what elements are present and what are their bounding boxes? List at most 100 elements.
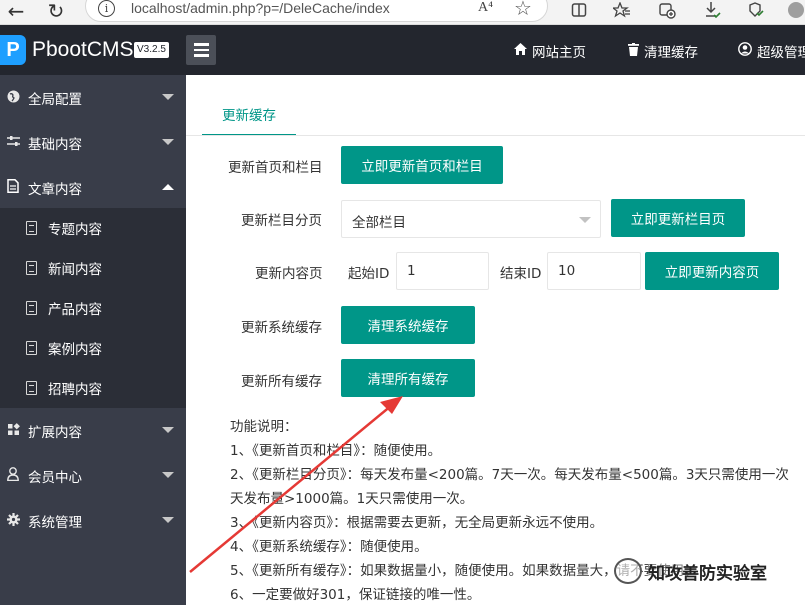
system-cache-label: 更新系统缓存: [241, 320, 322, 336]
refresh-icon[interactable]: ↻: [44, 0, 68, 22]
update-content-pages-button[interactable]: 立即更新内容页: [645, 252, 779, 290]
chevron-down-icon: [162, 472, 174, 478]
person-icon: [6, 467, 20, 484]
document-icon: [26, 381, 37, 395]
menu-toggle-button[interactable]: [186, 35, 216, 65]
info-icon[interactable]: i: [98, 0, 115, 17]
clear-cache-link[interactable]: 清理缓存: [628, 41, 698, 61]
download-icon[interactable]: [702, 0, 722, 20]
start-id-label: 起始ID: [348, 266, 390, 282]
update-home-column-button[interactable]: 立即更新首页和栏目: [341, 146, 503, 184]
sidebar-subitem-cases[interactable]: 案例内容: [0, 328, 186, 368]
sidebar-subitem-label: 产品内容: [48, 302, 102, 318]
user-icon: [738, 42, 752, 60]
sidebar-subitem-label: 新闻内容: [48, 262, 102, 278]
logo-icon: P: [0, 35, 26, 65]
profile-avatar[interactable]: [787, 0, 805, 20]
watermark: 知攻善防实验室: [614, 557, 805, 585]
document-icon: [26, 341, 37, 355]
main-content: 更新缓存 更新首页和栏目 立即更新首页和栏目 更新栏目分页 全部栏目 立即更新栏…: [186, 75, 805, 605]
update-column-pages-button[interactable]: 立即更新栏目页: [611, 199, 745, 237]
file-icon: [6, 179, 20, 196]
document-icon: [26, 221, 37, 235]
article-submenu: 专题内容 新闻内容 产品内容 案例内容 招聘内容: [0, 208, 186, 408]
wechat-icon: [614, 558, 642, 584]
column-select[interactable]: 全部栏目: [341, 200, 601, 238]
end-id-input[interactable]: 10: [547, 252, 641, 290]
chevron-down-icon: [162, 517, 174, 523]
note-line: 3、《更新内容页》：根据需要去更新，无全局更新永远不使用。: [230, 515, 604, 531]
clear-cache-label: 清理缓存: [644, 45, 698, 61]
document-icon: [26, 301, 37, 315]
puzzle-icon: [6, 422, 20, 439]
all-cache-label: 更新所有缓存: [241, 374, 322, 390]
sliders-icon: [6, 135, 20, 150]
browser-toolbar: ← ↻ i localhost/admin.php?p=/DeleCache/i…: [0, 0, 805, 25]
favorites-icon[interactable]: [612, 0, 632, 20]
read-aloud-icon[interactable]: A⁴: [478, 0, 493, 16]
column-select-value: 全部栏目: [352, 215, 406, 231]
note-line: 1、《更新首页和栏目》：随便使用。: [230, 443, 442, 459]
sidebar-item-system-management[interactable]: 系统管理: [0, 498, 186, 543]
favorite-star-icon[interactable]: ☆: [514, 0, 532, 20]
sidebar-item-extended-content[interactable]: 扩展内容: [0, 408, 186, 453]
globe-icon: [6, 90, 20, 106]
sidebar-subitem-jobs[interactable]: 招聘内容: [0, 368, 186, 408]
note-line: 6、一定要做好301，保证链接的唯一性。: [230, 587, 481, 603]
gear-icon: [6, 512, 20, 529]
document-icon: [26, 261, 37, 275]
sidebar-subitem-label: 专题内容: [48, 222, 102, 238]
home-column-label: 更新首页和栏目: [228, 160, 323, 176]
sidebar-item-basic-content[interactable]: 基础内容: [0, 120, 186, 165]
chevron-down-icon: [162, 139, 174, 145]
column-paging-label: 更新栏目分页: [241, 213, 322, 229]
chevron-down-icon: [579, 217, 591, 223]
note-line: 天发布量>1000篇。1天只需使用一次。: [230, 491, 474, 507]
version-badge: V3.2.5: [134, 42, 169, 58]
sidebar-subitem-label: 案例内容: [48, 342, 102, 358]
sidebar-subitem-topics[interactable]: 专题内容: [0, 208, 186, 248]
trash-icon: [628, 42, 639, 60]
clear-system-cache-button[interactable]: 清理系统缓存: [341, 306, 475, 344]
note-line: 4、《更新系统缓存》：随便使用。: [230, 539, 428, 555]
tab-divider: [186, 135, 805, 136]
start-id-input[interactable]: 1: [396, 252, 489, 290]
site-home-link[interactable]: 网站主页: [514, 41, 586, 61]
tab-update-cache[interactable]: 更新缓存: [202, 105, 296, 136]
sidebar-item-label: 全局配置: [28, 91, 82, 108]
sidebar-item-global-config[interactable]: 全局配置: [0, 75, 186, 120]
sidebar-item-article-content[interactable]: 文章内容: [0, 165, 186, 210]
chevron-down-icon: [162, 427, 174, 433]
admin-user-label: 超级管理: [757, 45, 805, 61]
collections-icon[interactable]: [657, 0, 677, 20]
site-home-label: 网站主页: [532, 45, 586, 61]
split-screen-icon[interactable]: [570, 0, 588, 20]
admin-user-link[interactable]: 超级管理: [738, 41, 805, 61]
chevron-up-icon: [162, 184, 174, 190]
sidebar: 全局配置 基础内容 文章内容 专题内容 新闻内容 产品内容 案例内容 招聘内容 …: [0, 75, 186, 605]
sidebar-item-label: 文章内容: [28, 181, 82, 198]
watermark-text: 知攻善防实验室: [648, 558, 767, 584]
notes-title: 功能说明：: [230, 419, 298, 435]
end-id-label: 结束ID: [500, 266, 542, 282]
app-header: P PbootCMS V3.2.5 网站主页 清理缓存 超级管理: [0, 25, 805, 75]
home-icon: [514, 43, 527, 59]
address-bar[interactable]: i localhost/admin.php?p=/DeleCache/index…: [85, 0, 548, 22]
sidebar-item-label: 系统管理: [28, 514, 82, 531]
sidebar-subitem-news[interactable]: 新闻内容: [0, 248, 186, 288]
start-id-value: 1: [407, 263, 416, 279]
sidebar-item-label: 扩展内容: [28, 424, 82, 441]
extension-icon[interactable]: [745, 0, 765, 20]
sidebar-item-member-center[interactable]: 会员中心: [0, 453, 186, 498]
logo-text: PbootCMS: [32, 38, 134, 61]
note-line: 2、《更新栏目分页》：每天发布量<200篇。7天一次。每天发布量<500篇。3天…: [230, 467, 789, 483]
content-page-label: 更新内容页: [255, 266, 323, 282]
chevron-down-icon: [162, 94, 174, 100]
sidebar-item-label: 会员中心: [28, 469, 82, 486]
url-text[interactable]: localhost/admin.php?p=/DeleCache/index: [131, 0, 390, 16]
sidebar-item-label: 基础内容: [28, 136, 82, 153]
back-icon[interactable]: ←: [4, 0, 28, 22]
end-id-value: 10: [558, 263, 576, 279]
clear-all-cache-button[interactable]: 清理所有缓存: [341, 359, 475, 397]
sidebar-subitem-products[interactable]: 产品内容: [0, 288, 186, 328]
